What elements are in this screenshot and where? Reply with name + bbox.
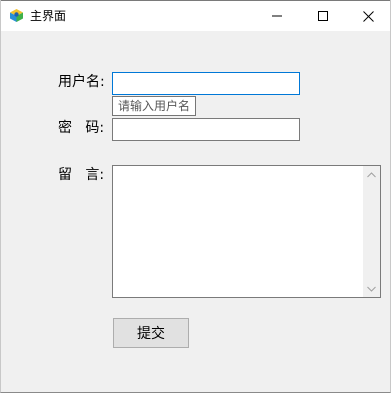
title-bar[interactable]: 主界面 <box>1 0 390 31</box>
username-label: 用户名: <box>58 74 105 90</box>
chevron-up-icon <box>367 171 376 177</box>
app-cube-icon <box>9 8 24 23</box>
minimize-button[interactable] <box>254 1 300 31</box>
submit-button[interactable]: 提交 <box>113 318 189 348</box>
username-field[interactable] <box>112 72 300 95</box>
password-label: 密 码: <box>58 120 105 136</box>
message-label: 留 言: <box>58 167 105 183</box>
scroll-up-button[interactable] <box>363 166 380 183</box>
minimize-icon <box>272 15 282 17</box>
message-textarea[interactable] <box>112 165 381 298</box>
chevron-down-icon <box>367 286 376 292</box>
username-tooltip: 请输入用户名 <box>112 96 197 116</box>
maximize-icon <box>318 11 328 21</box>
maximize-button[interactable] <box>300 1 346 31</box>
vertical-scrollbar[interactable] <box>363 166 380 297</box>
window-title: 主界面 <box>30 9 67 23</box>
main-window: 主界面 用户名: 请输入用户名 密 码: 留 言: 提交 <box>0 0 391 393</box>
close-icon <box>362 10 374 22</box>
scroll-down-button[interactable] <box>363 280 380 297</box>
close-button[interactable] <box>345 1 391 31</box>
password-field[interactable] <box>112 118 300 141</box>
